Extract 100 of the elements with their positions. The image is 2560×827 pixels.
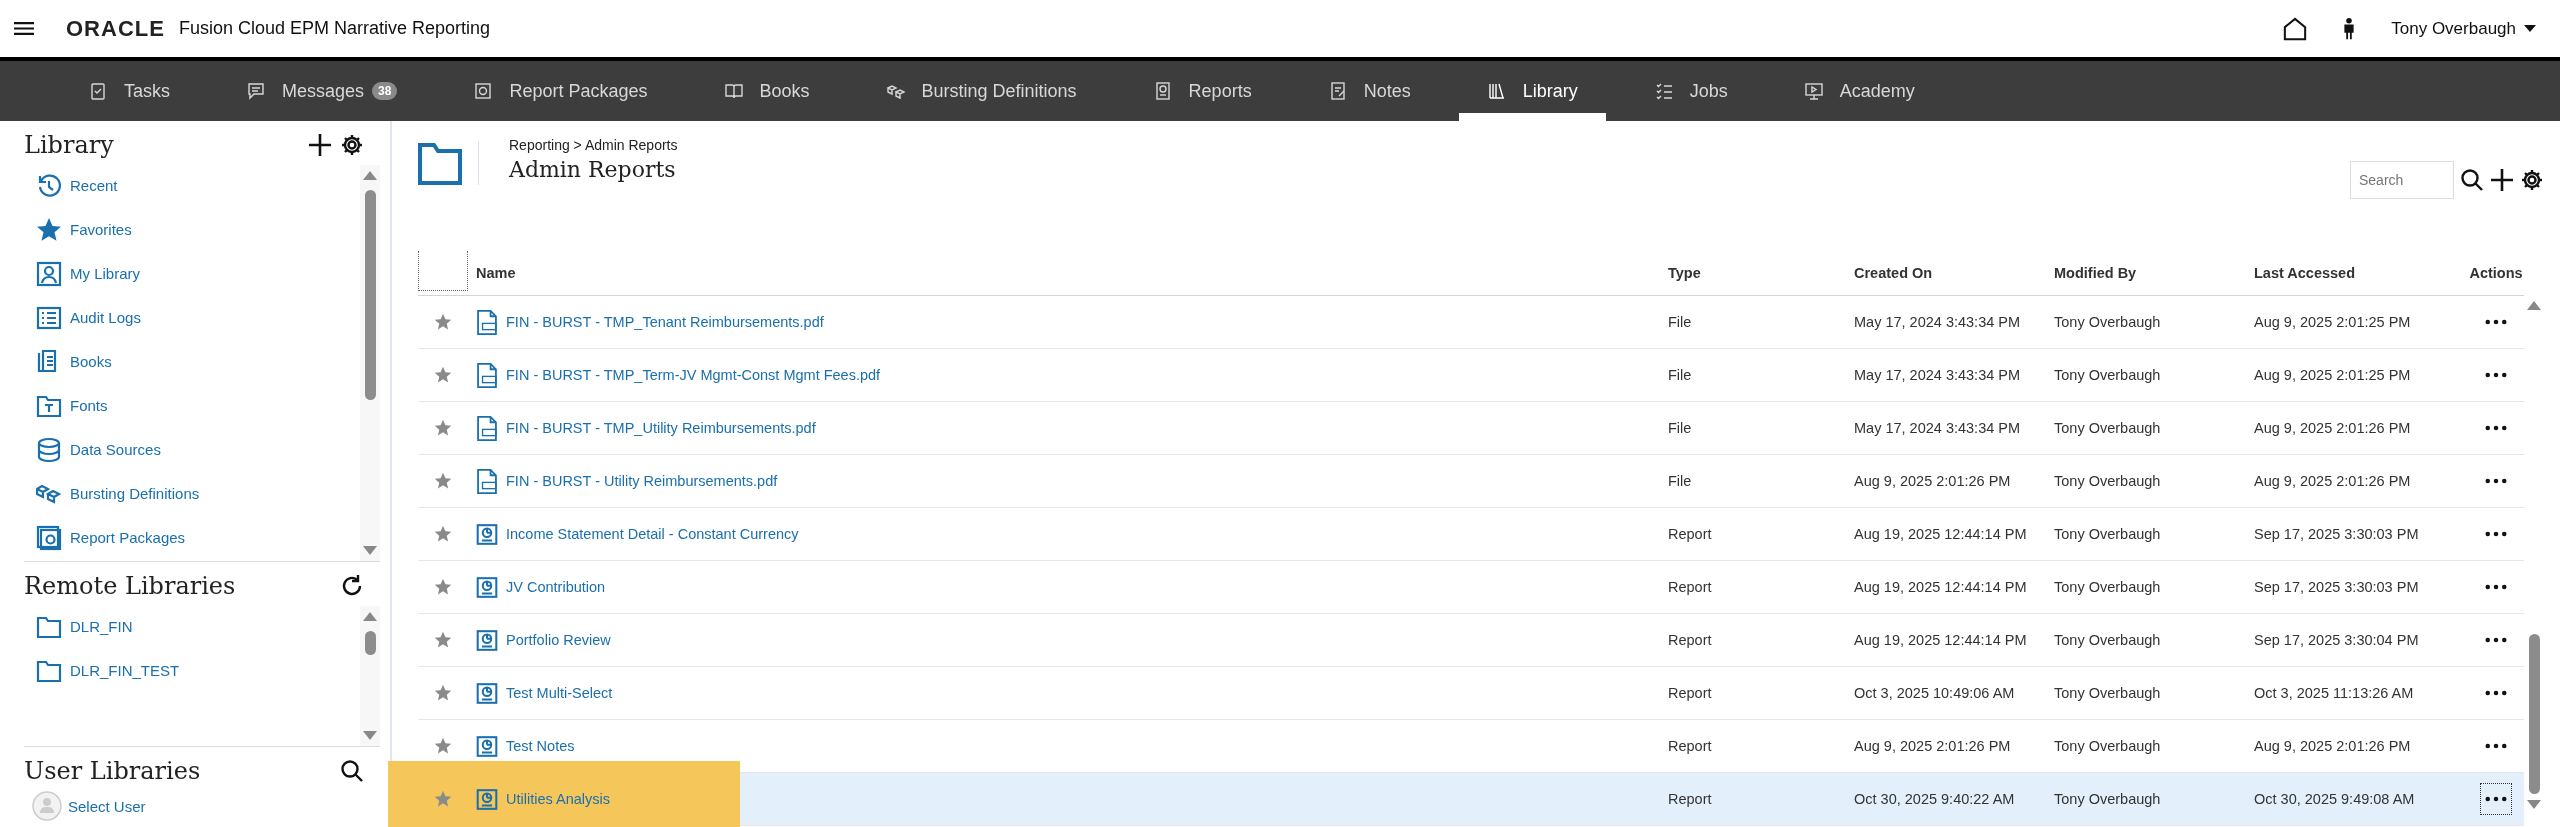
- sidebar-item[interactable]: Recent: [36, 171, 360, 200]
- user-libraries-heading: User Libraries: [24, 757, 201, 785]
- star-icon[interactable]: [434, 631, 452, 649]
- sidebar-item[interactable]: My Library: [36, 259, 360, 288]
- column-header[interactable]: Type: [1668, 265, 1854, 281]
- sidebar-item[interactable]: Report Packages: [36, 523, 360, 552]
- table-cell-text: File: [1668, 473, 1693, 489]
- select-user-link[interactable]: Select User: [24, 791, 390, 821]
- star-icon[interactable]: [434, 578, 452, 596]
- pdf-file-icon: [476, 362, 498, 388]
- add-icon[interactable]: [2490, 168, 2514, 192]
- more-icon: [2484, 796, 2508, 802]
- table-cell-text: Aug 9, 2025 2:01:25 PM: [2254, 314, 2412, 330]
- scroll-down-icon[interactable]: [363, 546, 377, 555]
- table-cell-text: Tony Overbaugh: [2054, 526, 2162, 542]
- sidebar-item[interactable]: Data Sources: [36, 435, 360, 464]
- star-icon[interactable]: [434, 313, 452, 331]
- sidebar-item[interactable]: Fonts: [36, 391, 360, 420]
- nav-tab[interactable]: Messages 38: [218, 61, 426, 121]
- star-icon[interactable]: [434, 419, 452, 437]
- nav-tab[interactable]: Reports: [1124, 61, 1280, 121]
- file-link[interactable]: Test Multi-Select: [506, 685, 613, 701]
- sidebar-item[interactable]: DLR_FIN_TEST: [36, 656, 360, 685]
- star-icon[interactable]: [434, 366, 452, 384]
- table-cell-text: Tony Overbaugh: [2054, 579, 2162, 595]
- table-cell-text: Tony Overbaugh: [2054, 314, 2162, 330]
- add-icon[interactable]: [308, 133, 332, 157]
- scrollbar[interactable]: [360, 165, 380, 561]
- search-icon[interactable]: [2460, 168, 2484, 192]
- scroll-thumb[interactable]: [364, 190, 376, 400]
- table-row[interactable]: FIN - BURST - TMP_Utility Reimbursements.pdf File May 17, 2024 3:43:34 PM Tony Overbaugh Aug 9, 2025 2:01:26 PM: [418, 402, 2524, 455]
- column-header[interactable]: Last Accessed: [2254, 265, 2468, 281]
- file-link[interactable]: FIN - BURST - TMP_Utility Reimbursements.pdf: [506, 420, 816, 436]
- nav-tab[interactable]: Notes: [1299, 61, 1439, 121]
- column-header[interactable]: Modified By: [2054, 265, 2254, 281]
- sidebar-item[interactable]: Bursting Definitions: [36, 479, 360, 508]
- file-link[interactable]: Test Notes: [506, 738, 575, 754]
- file-link[interactable]: Portfolio Review: [506, 632, 611, 648]
- table-cell-text: Aug 9, 2025 2:01:25 PM: [2254, 367, 2412, 383]
- table-row[interactable]: Portfolio Review Report Aug 19, 2025 12:44:14 PM Tony Overbaugh Sep 17, 2025 3:30:04 PM: [418, 614, 2524, 667]
- scrollbar[interactable]: [360, 606, 380, 746]
- star-icon[interactable]: [434, 737, 452, 755]
- menu-icon[interactable]: [14, 21, 34, 36]
- scroll-down-icon[interactable]: [2527, 800, 2541, 809]
- sidebar-item[interactable]: DLR_FIN: [36, 612, 360, 641]
- table-cell-text: May 17, 2024 3:43:34 PM: [1854, 314, 2022, 330]
- nav-tab[interactable]: Books: [695, 61, 838, 121]
- column-header[interactable]: Name: [468, 265, 1668, 281]
- search-field[interactable]: Search: [2350, 161, 2454, 199]
- scroll-up-icon[interactable]: [2527, 301, 2541, 310]
- select-column-header[interactable]: [418, 251, 468, 291]
- table-row[interactable]: FIN - BURST - TMP_Tenant Reimbursements.pdf File May 17, 2024 3:43:34 PM Tony Overbaugh Aug 9, 2025 2:01:25 PM: [418, 296, 2524, 349]
- file-link[interactable]: JV Contribution: [506, 579, 606, 595]
- scroll-thumb[interactable]: [2528, 634, 2540, 794]
- user-menu[interactable]: Tony Overbaugh: [2391, 18, 2536, 39]
- table-cell-text: Oct 30, 2025 9:49:08 AM: [2254, 791, 2416, 807]
- star-icon[interactable]: [434, 684, 452, 702]
- table-row[interactable]: FIN - BURST - TMP_Term-JV Mgmt-Const Mgmt Fees.pdf File May 17, 2024 3:43:34 PM Tony Overbaugh Aug 9, 2025 2:01:25 PM: [418, 349, 2524, 402]
- table-cell-text: Oct 3, 2025 11:13:26 AM: [2254, 685, 2415, 701]
- nav-tab[interactable]: Jobs: [1625, 61, 1756, 121]
- file-link[interactable]: FIN - BURST - TMP_Tenant Reimbursements.pdf: [506, 314, 824, 330]
- nav-tab[interactable]: Academy: [1775, 61, 1943, 121]
- scroll-thumb[interactable]: [364, 631, 376, 655]
- column-header[interactable]: Actions: [2468, 265, 2524, 281]
- table-row[interactable]: FIN - BURST - Utility Reimbursements.pdf File Aug 9, 2025 2:01:26 PM Tony Overbaugh Aug 9, 2025 2:01:26 PM: [418, 455, 2524, 508]
- table-cell-text: Report: [1668, 632, 1713, 648]
- column-header[interactable]: Created On: [1854, 265, 2054, 281]
- nav-tab[interactable]: Tasks: [60, 61, 198, 121]
- sidebar-item[interactable]: Books: [36, 347, 360, 376]
- nav-tab[interactable]: Bursting Definitions: [857, 61, 1105, 121]
- table-cell-text: Tony Overbaugh: [2054, 791, 2162, 807]
- table-row[interactable]: Test Multi-Select Report Oct 3, 2025 10:49:06 AM Tony Overbaugh Oct 3, 2025 11:13:26 AM: [418, 667, 2524, 720]
- search-icon[interactable]: [340, 759, 364, 783]
- avatar-icon: [32, 791, 62, 821]
- file-link[interactable]: Income Statement Detail - Constant Currency: [506, 526, 799, 542]
- star-icon[interactable]: [434, 472, 452, 490]
- settings-icon[interactable]: [2520, 168, 2544, 192]
- sidebar-item[interactable]: Favorites: [36, 215, 360, 244]
- more-actions-button[interactable]: [2481, 784, 2511, 814]
- table-row[interactable]: JV Contribution Report Aug 19, 2025 12:44:14 PM Tony Overbaugh Sep 17, 2025 3:30:03 PM: [418, 561, 2524, 614]
- sidebar-item[interactable]: Audit Logs: [36, 303, 360, 332]
- scroll-up-icon[interactable]: [363, 612, 377, 621]
- person-card-icon: [36, 260, 62, 287]
- pdf-file-icon: [476, 415, 498, 441]
- settings-icon[interactable]: [340, 133, 364, 157]
- home-icon[interactable]: [2283, 16, 2308, 41]
- more-icon: [2484, 425, 2508, 431]
- star-icon[interactable]: [434, 525, 452, 543]
- scroll-down-icon[interactable]: [363, 731, 377, 740]
- file-link[interactable]: FIN - BURST - TMP_Term-JV Mgmt-Const Mgmt Fees.pdf: [506, 367, 881, 383]
- scroll-up-icon[interactable]: [363, 171, 377, 180]
- count-badge: 38: [372, 82, 398, 100]
- table-row[interactable]: Income Statement Detail - Constant Currency Report Aug 19, 2025 12:44:14 PM Tony Overbaugh Sep 17, 2025 3:30:03 PM: [418, 508, 2524, 561]
- star-icon[interactable]: [434, 790, 452, 808]
- file-link[interactable]: FIN - BURST - Utility Reimbursements.pdf: [506, 473, 778, 489]
- table-cell-text: Aug 19, 2025 12:44:14 PM: [1854, 526, 2028, 542]
- table-cell-text: Tony Overbaugh: [2054, 420, 2162, 436]
- pdf-file-icon: [476, 309, 498, 335]
- nav-tab[interactable]: Report Packages: [445, 61, 676, 121]
- refresh-icon[interactable]: [340, 574, 364, 598]
